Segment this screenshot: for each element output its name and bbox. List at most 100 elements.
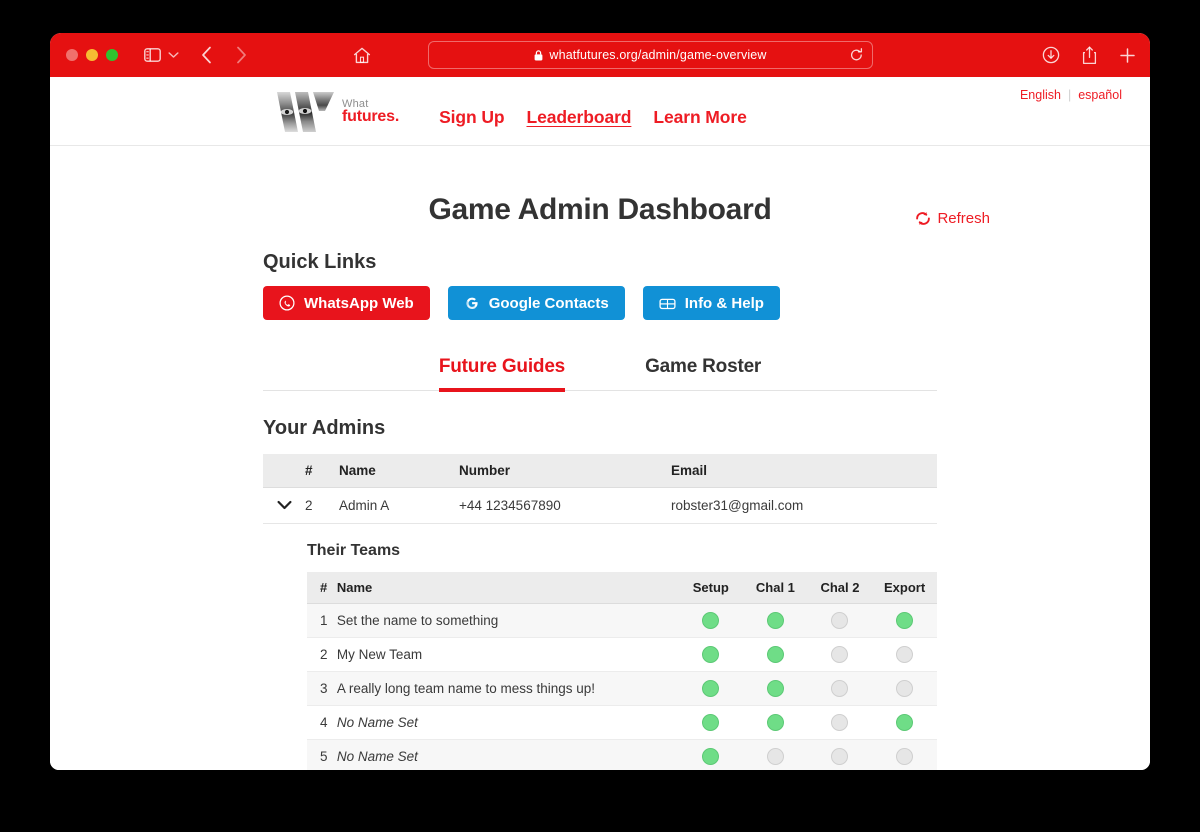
logo-word-futures: futures. [342, 107, 400, 125]
team-status-chal2 [807, 739, 873, 770]
team-status-export [872, 603, 937, 638]
team-status-chal2 [807, 637, 873, 672]
team-status-setup [678, 671, 744, 706]
admins-col-email: Email [671, 453, 937, 488]
google-icon [464, 295, 480, 311]
whatsapp-icon [279, 295, 295, 311]
status-dot-complete-icon [702, 679, 720, 697]
chevron-down-icon[interactable] [277, 498, 292, 513]
maximize-window-button[interactable] [106, 49, 118, 61]
team-status-chal1 [743, 671, 808, 706]
lang-spanish[interactable]: español [1078, 88, 1122, 102]
status-dot-complete-icon [702, 747, 720, 765]
lang-english[interactable]: English [1020, 88, 1061, 102]
book-icon [659, 296, 676, 311]
team-status-chal1 [743, 603, 808, 638]
table-row[interactable]: 2 Admin A +44 1234567890 robster31@gmail… [263, 487, 937, 524]
reload-icon[interactable] [850, 48, 863, 62]
status-dot-complete-icon [766, 679, 784, 697]
lock-icon [534, 49, 543, 61]
team-index: 2 [307, 637, 337, 672]
main-container: Quick Links WhatsApp Web Google Contacts… [263, 251, 937, 770]
refresh-label: Refresh [937, 210, 990, 227]
google-contacts-label: Google Contacts [488, 294, 609, 312]
page-content: Refresh Game Admin Dashboard Quick Links… [50, 193, 1150, 770]
their-teams-heading: Their Teams [307, 541, 401, 559]
team-index: 5 [307, 739, 337, 770]
team-name: No Name Set [336, 739, 679, 770]
team-status-setup [678, 603, 744, 638]
nav-link-learn-more[interactable]: Learn More [653, 107, 746, 128]
share-icon[interactable] [1082, 46, 1097, 65]
table-row[interactable]: 4 No Name Set [307, 705, 937, 740]
status-dot-incomplete-icon [896, 645, 914, 663]
back-chevron-icon[interactable] [201, 46, 212, 64]
team-index: 1 [307, 603, 337, 638]
quick-links-row: WhatsApp Web Google Contacts Info & Help [263, 286, 937, 320]
brand-and-nav: What futures. Sign Up Leaderboard Learn … [272, 77, 747, 146]
status-dot-incomplete-icon [831, 645, 849, 663]
window-controls [66, 49, 118, 61]
team-name: No Name Set [336, 705, 679, 740]
home-icon[interactable] [353, 47, 371, 64]
toolbar-right-actions [1042, 33, 1136, 77]
download-icon[interactable] [1042, 46, 1060, 64]
team-status-setup [678, 739, 744, 770]
team-name: My New Team [336, 637, 679, 672]
team-status-export [872, 671, 937, 706]
refresh-button[interactable]: Refresh [915, 210, 990, 227]
site-header: English | español What futures. Sign Up … [50, 77, 1150, 146]
team-status-export [872, 705, 937, 740]
table-row[interactable]: 5 No Name Set [307, 739, 937, 770]
admin-number: +44 1234567890 [459, 487, 671, 524]
sidebar-toggle-icon[interactable] [144, 48, 161, 62]
close-window-button[interactable] [66, 49, 78, 61]
team-name: A really long team name to mess things u… [336, 671, 679, 706]
tab-game-roster[interactable]: Game Roster [645, 356, 761, 390]
whatsapp-web-button[interactable]: WhatsApp Web [263, 286, 430, 320]
tab-bar: Future Guides Game Roster [263, 356, 937, 392]
google-contacts-button[interactable]: Google Contacts [447, 286, 625, 320]
admins-col-number-index: # [305, 453, 339, 488]
whatfutures-logo[interactable]: What futures. [272, 89, 399, 135]
their-teams-section: Their Teams # Name Setup Chal 1 Chal 2 E… [307, 541, 937, 770]
teams-col-index: # [307, 571, 337, 604]
minimize-window-button[interactable] [86, 49, 98, 61]
admin-expand-toggle[interactable] [263, 487, 305, 524]
admins-table-body: 2 Admin A +44 1234567890 robster31@gmail… [263, 487, 937, 524]
table-row[interactable]: 3A really long team name to mess things … [307, 671, 937, 706]
status-dot-incomplete-icon [831, 713, 849, 731]
teams-table-body: 1 Set the name to something 2 My New Team 3 A… [307, 603, 937, 770]
quick-links-heading: Quick Links [263, 251, 377, 273]
team-status-chal1 [743, 739, 808, 770]
info-and-help-button[interactable]: Info & Help [642, 286, 780, 320]
refresh-icon [915, 211, 931, 226]
address-bar[interactable]: whatfutures.org/admin/game-overview [428, 41, 873, 69]
logo-wordmark: What futures. [342, 98, 400, 125]
forward-chevron-icon[interactable] [236, 46, 247, 64]
admins-col-phone: Number [459, 453, 671, 488]
team-status-chal2 [807, 705, 873, 740]
table-row[interactable]: 1 Set the name to something [307, 603, 937, 638]
team-index: 3 [307, 671, 337, 706]
status-dot-complete-icon [702, 713, 720, 731]
tab-future-guides[interactable]: Future Guides [438, 356, 565, 392]
table-row[interactable]: 2 My New Team [307, 637, 937, 672]
status-dot-complete-icon [896, 713, 914, 731]
team-name: Set the name to something [336, 603, 679, 638]
teams-table-head: # Name Setup Chal 1 Chal 2 Export [307, 571, 937, 604]
status-dot-complete-icon [702, 645, 720, 663]
nav-link-leaderboard[interactable]: Leaderboard [526, 107, 631, 128]
team-status-export [872, 637, 937, 672]
new-tab-plus-icon[interactable] [1119, 47, 1136, 64]
status-dot-incomplete-icon [831, 747, 849, 765]
teams-col-chal2: Chal 2 [807, 571, 873, 604]
status-dot-incomplete-icon [896, 679, 914, 697]
teams-table: # Name Setup Chal 1 Chal 2 Export 1 Set t… [307, 571, 937, 770]
main-nav: Sign Up Leaderboard Learn More [439, 107, 747, 128]
sidebar-options-chevron-down-icon[interactable] [168, 51, 179, 59]
admins-table-head: # Name Number Email [263, 453, 937, 488]
nav-link-sign-up[interactable]: Sign Up [439, 107, 505, 128]
admins-table: # Name Number Email 2 Admin A +44 123456… [263, 453, 937, 524]
browser-window: whatfutures.org/admin/game-overview Engl… [50, 33, 1150, 770]
